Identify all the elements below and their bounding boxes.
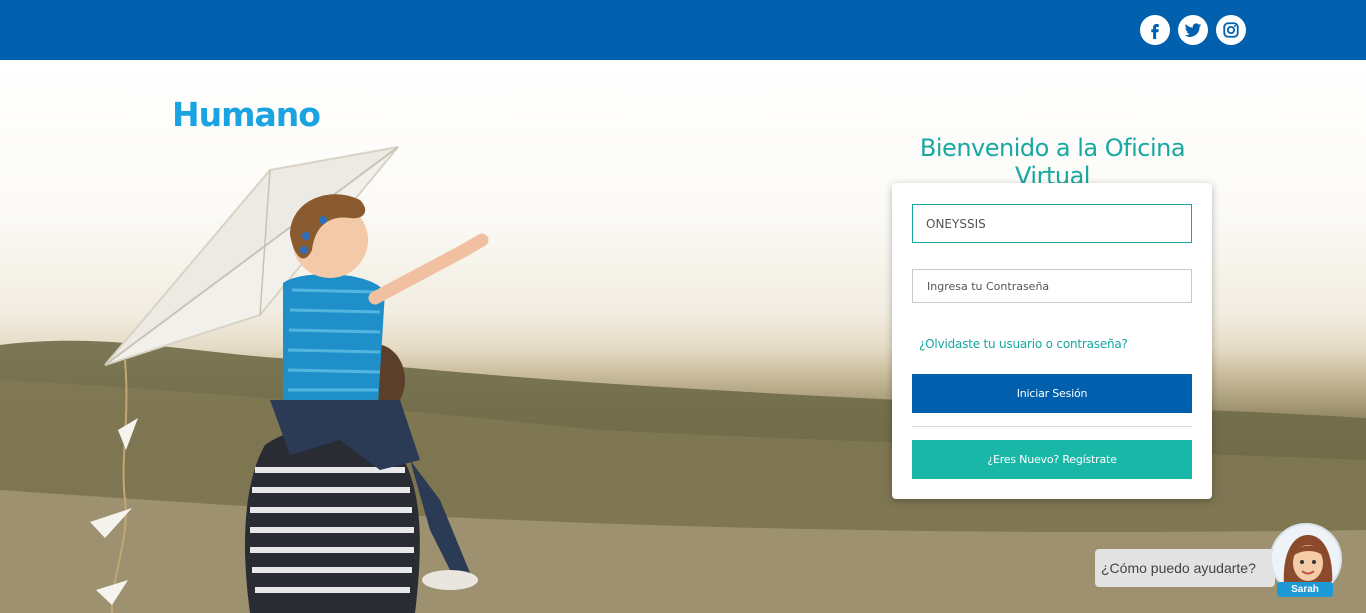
chat-prompt-bubble[interactable]: ¿Cómo puedo ayudarte? (1095, 549, 1275, 587)
assistant-name: Sarah (1277, 582, 1333, 597)
register-button[interactable]: ¿Eres Nuevo? Regístrate (912, 440, 1192, 479)
login-button[interactable]: Iniciar Sesión (912, 374, 1192, 413)
facebook-icon[interactable] (1140, 15, 1170, 45)
top-bar (0, 0, 1366, 60)
instagram-icon[interactable] (1216, 15, 1246, 45)
humano-logo[interactable]: Humano (172, 96, 358, 130)
password-input[interactable] (912, 269, 1192, 303)
forgot-credentials-link[interactable]: ¿Olvidaste tu usuario o contraseña? (919, 337, 1128, 351)
logo-text: Humano (172, 96, 320, 130)
welcome-title: Bienvenido a la Oficina Virtual (919, 134, 1186, 190)
username-input[interactable] (912, 204, 1192, 243)
divider (912, 426, 1192, 427)
login-card: ¿Olvidaste tu usuario o contraseña? Inic… (892, 183, 1212, 499)
twitter-icon[interactable] (1178, 15, 1208, 45)
